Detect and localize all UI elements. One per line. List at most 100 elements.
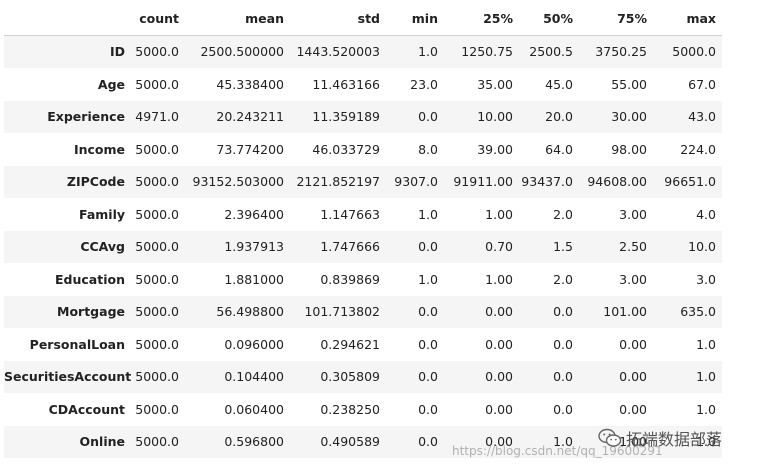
row-label: CCAvg <box>80 239 125 255</box>
table-cell: 0.0 <box>418 336 438 352</box>
table-cell: 0.238250 <box>320 401 380 417</box>
table-cell: 23.0 <box>410 76 438 92</box>
table-cell: 0.0 <box>553 304 573 320</box>
table-body: ID 5000.0 2500.500000 1443.520003 1.0 1250.75… <box>4 35 722 458</box>
table-cell: 0.096000 <box>224 336 284 352</box>
header-row: count mean std min 25% 50% 75% max <box>4 2 722 36</box>
table-cell: 5000.0 <box>135 76 179 92</box>
table-cell: 0.00 <box>485 401 513 417</box>
row-label: SecuritiesAccount <box>4 369 131 385</box>
table-cell: 0.00 <box>619 401 647 417</box>
table-row: Online 5000.0 0.596800 0.490589 0.0 0.00 1.0 1.… <box>4 425 722 458</box>
table-cell: 2500.5 <box>529 44 573 60</box>
table-row: Age 5000.0 45.338400 11.463166 23.0 35.00 45.0… <box>4 68 722 101</box>
column-header: 50% <box>519 2 579 36</box>
table-cell: 0.00 <box>485 434 513 450</box>
table-cell: 2.50 <box>619 239 647 255</box>
table-cell: 1250.75 <box>461 44 513 60</box>
table-cell: 1.747666 <box>320 239 380 255</box>
row-label: Income <box>73 141 125 157</box>
table-cell: 1.0 <box>696 369 716 385</box>
row-label: Age <box>97 76 125 92</box>
table-cell: 0.490589 <box>320 434 380 450</box>
table-cell: 0.00 <box>619 369 647 385</box>
table-header: count mean std min 25% 50% 75% max <box>4 2 722 36</box>
table-cell: 43.0 <box>688 109 716 125</box>
table-cell: 10.00 <box>477 109 513 125</box>
table-row: CDAccount 5000.0 0.060400 0.238250 0.0 0.00 0.… <box>4 393 722 426</box>
table-cell: 1.0 <box>696 336 716 352</box>
table-row: Education 5000.0 1.881000 0.839869 1.0 1.00 2.… <box>4 263 722 296</box>
table-cell: 8.0 <box>418 141 438 157</box>
table-cell: 11.359189 <box>312 109 380 125</box>
table-cell: 45.338400 <box>216 76 284 92</box>
table-cell: 2.0 <box>553 271 573 287</box>
table-cell: 5000.0 <box>135 44 179 60</box>
table-cell: 39.00 <box>477 141 513 157</box>
column-header: count <box>131 2 185 36</box>
column-header: 75% <box>579 2 653 36</box>
table-cell: 0.00 <box>485 369 513 385</box>
table-cell: 64.0 <box>545 141 573 157</box>
table-cell: 0.0 <box>553 369 573 385</box>
table-cell: 55.00 <box>611 76 647 92</box>
table-cell: 5000.0 <box>672 44 716 60</box>
table-cell: 73.774200 <box>216 141 284 157</box>
column-header: 25% <box>444 2 519 36</box>
table-cell: 93152.503000 <box>192 174 284 190</box>
table-row: ID 5000.0 2500.500000 1443.520003 1.0 1250.75… <box>4 35 722 68</box>
table-cell: 1.937913 <box>224 239 284 255</box>
table-cell: 0.00 <box>485 304 513 320</box>
table-cell: 1.147663 <box>320 206 380 222</box>
table-cell: 35.00 <box>477 76 513 92</box>
table-cell: 1.00 <box>619 434 647 450</box>
table-cell: 0.70 <box>485 239 513 255</box>
column-header: std <box>290 2 386 36</box>
table-cell: 10.0 <box>688 239 716 255</box>
table-cell: 4971.0 <box>135 109 179 125</box>
table-cell: 101.713802 <box>304 304 380 320</box>
table-row: CCAvg 5000.0 1.937913 1.747666 0.0 0.70 1.5 2.5… <box>4 230 722 263</box>
row-label: Experience <box>47 109 125 125</box>
table-cell: 2.396400 <box>224 206 284 222</box>
table-cell: 0.060400 <box>224 401 284 417</box>
table-cell: 45.0 <box>545 76 573 92</box>
table-cell: 5000.0 <box>135 401 179 417</box>
table-cell: 4.0 <box>696 206 716 222</box>
table-cell: 91911.00 <box>453 174 513 190</box>
table-cell: 9307.0 <box>394 174 438 190</box>
table-cell: 2.0 <box>553 206 573 222</box>
row-label: Family <box>79 206 125 222</box>
table-cell: 93437.0 <box>521 174 573 190</box>
table-cell: 0.0 <box>418 304 438 320</box>
row-label: ZIPCode <box>66 174 125 190</box>
table-row: PersonalLoan 5000.0 0.096000 0.294621 0.0 0.0… <box>4 328 722 361</box>
table-cell: 0.0 <box>418 239 438 255</box>
table-cell: 224.0 <box>680 141 716 157</box>
table-cell: 0.0 <box>418 401 438 417</box>
table-cell: 5000.0 <box>135 239 179 255</box>
describe-table: count mean std min 25% 50% 75% max ID 5000.0 2500… <box>4 2 722 458</box>
table-cell: 5000.0 <box>135 304 179 320</box>
table-cell: 0.0 <box>553 336 573 352</box>
table-cell: 98.00 <box>611 141 647 157</box>
table-cell: 1.0 <box>696 401 716 417</box>
table-cell: 0.294621 <box>320 336 380 352</box>
table-cell: 101.00 <box>603 304 647 320</box>
table-cell: 0.0 <box>418 434 438 450</box>
table-cell: 5000.0 <box>135 141 179 157</box>
table-cell: 3750.25 <box>595 44 647 60</box>
table-cell: 1.881000 <box>224 271 284 287</box>
row-label: PersonalLoan <box>29 336 125 352</box>
table-cell: 46.033729 <box>312 141 380 157</box>
table-row: ZIPCode 5000.0 93152.503000 2121.852197 9307… <box>4 165 722 198</box>
column-header: min <box>386 2 444 36</box>
table-cell: 3.00 <box>619 271 647 287</box>
table-cell: 1.0 <box>696 434 716 450</box>
table-cell: 1.0 <box>418 206 438 222</box>
table-cell: 0.0 <box>418 109 438 125</box>
table-cell: 1.0 <box>418 44 438 60</box>
table-cell: 20.0 <box>545 109 573 125</box>
table-cell: 11.463166 <box>312 76 380 92</box>
table-cell: 0.0 <box>553 401 573 417</box>
